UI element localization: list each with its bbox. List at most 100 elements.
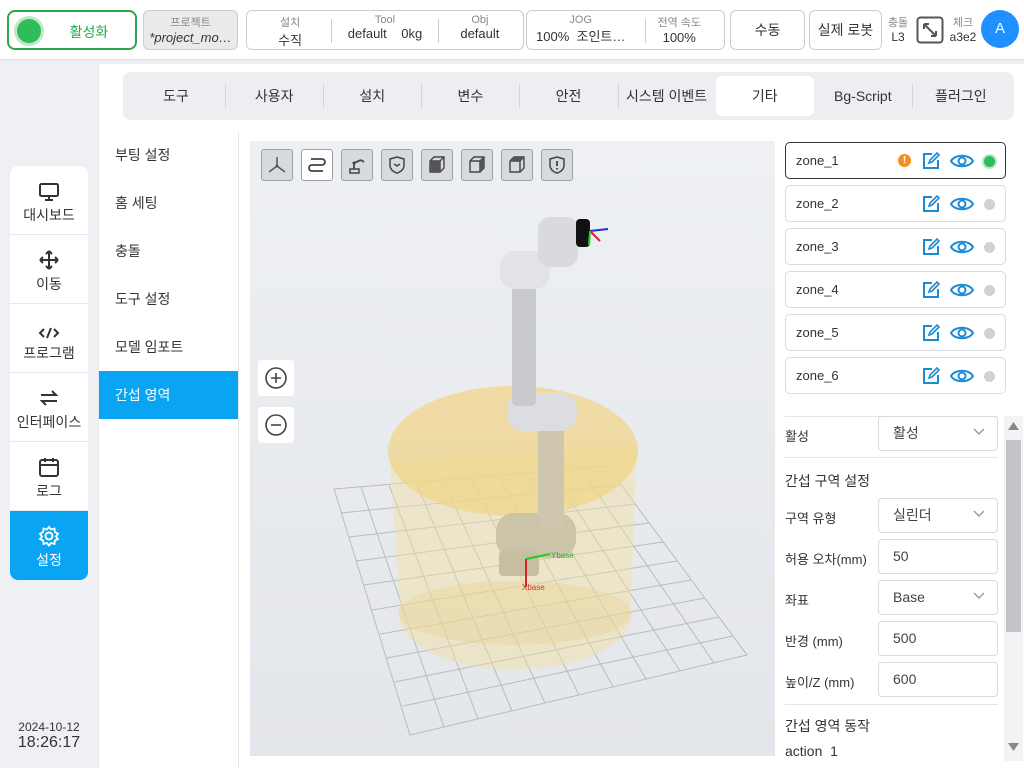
tab-safety[interactable]: 안전: [519, 76, 617, 116]
edit-icon[interactable]: [921, 323, 941, 346]
zone-type-select[interactable]: 실린더: [878, 498, 998, 533]
tab-other[interactable]: 기타: [715, 76, 814, 116]
install-tool-obj-group[interactable]: 설치 수직 Tool default 0kg Obj default: [246, 10, 524, 50]
tab-tool[interactable]: 도구: [127, 76, 225, 116]
coordinate-value: Base: [893, 589, 925, 605]
edit-icon[interactable]: [921, 151, 941, 174]
tab-bg-script[interactable]: Bg-Script: [814, 76, 912, 116]
zone-name: zone_5: [796, 325, 839, 340]
subnav-collision[interactable]: 충돌: [99, 227, 238, 275]
scroll-down-icon[interactable]: [1007, 742, 1020, 752]
sidebar-item-log[interactable]: 로그: [10, 442, 88, 511]
edit-icon[interactable]: [921, 280, 941, 303]
edit-icon[interactable]: [921, 237, 941, 260]
subnav-tool-setting[interactable]: 도구 설정: [99, 275, 238, 323]
zoom-out-icon[interactable]: [258, 407, 294, 443]
subnav-interference-zone[interactable]: 간섭 영역: [99, 371, 238, 419]
obj-header: Obj: [471, 14, 489, 26]
enabled-label: 활성: [785, 429, 809, 444]
sidebar-item-label: 프로그램: [23, 345, 75, 361]
cube-iso-icon[interactable]: [501, 149, 533, 181]
tolerance-input[interactable]: 50: [878, 539, 998, 574]
tool-value: default 0kg: [333, 26, 437, 41]
sidebar-item-label: 로그: [36, 483, 62, 499]
tab-user[interactable]: 사용자: [225, 76, 323, 116]
cube-front-icon[interactable]: [421, 149, 453, 181]
activate-button[interactable]: 활성화: [7, 10, 137, 50]
visibility-eye-icon[interactable]: [949, 152, 975, 173]
zone-item-2[interactable]: zone_2: [785, 185, 1006, 222]
zone-name: zone_6: [796, 368, 839, 383]
top-bar: 활성화 프로젝트 *project_mo… 설치 수직 Tool default…: [0, 0, 1024, 60]
subnav-home-setting[interactable]: 홈 세팅: [99, 179, 238, 227]
tool-axes: [588, 228, 609, 246]
zone-item-6[interactable]: zone_6: [785, 357, 1006, 394]
zoom-in-icon[interactable]: [258, 360, 294, 396]
divider: [785, 457, 998, 458]
collision-level[interactable]: 충돌 L3: [884, 14, 912, 44]
zone-item-5[interactable]: zone_5: [785, 314, 1006, 351]
shield-check-icon[interactable]: [381, 149, 413, 181]
zone-name: zone_2: [796, 196, 839, 211]
jog-speed-group[interactable]: JOG 100% 조인트… 전역 속도 100%: [526, 10, 725, 50]
zone-status-dot: [984, 156, 995, 167]
sidebar-item-move[interactable]: 이동: [10, 235, 88, 304]
manual-mode-button[interactable]: 수동: [730, 10, 805, 50]
zone-item-4[interactable]: zone_4: [785, 271, 1006, 308]
visibility-eye-icon[interactable]: [949, 367, 975, 388]
real-robot-button[interactable]: 실제 로봇: [809, 10, 882, 50]
zone-name: zone_4: [796, 282, 839, 297]
project-box[interactable]: 프로젝트 *project_mo…: [143, 10, 238, 50]
sidebar-item-interface[interactable]: 인터페이스: [10, 373, 88, 442]
scrollbar-thumb[interactable]: [1006, 440, 1021, 632]
subnav-model-import[interactable]: 모델 임포트: [99, 323, 238, 371]
visibility-eye-icon[interactable]: [949, 195, 975, 216]
scroll-up-icon[interactable]: [1007, 421, 1020, 431]
tab-variables[interactable]: 변수: [421, 76, 519, 116]
tab-install[interactable]: 설치: [323, 76, 421, 116]
floor-grid: [333, 465, 748, 736]
axes-view-icon[interactable]: [261, 149, 293, 181]
visibility-eye-icon[interactable]: [949, 238, 975, 259]
zone-status-dot: [984, 285, 995, 296]
robot-icon[interactable]: [341, 149, 373, 181]
activate-label: 활성화: [69, 24, 109, 40]
avatar[interactable]: A: [981, 10, 1019, 48]
zone-name: zone_1: [796, 153, 839, 168]
robot-scene: Xbase Ybase: [333, 217, 748, 736]
zone-type-row: 구역 유형 실린더: [785, 498, 998, 534]
radius-label: 반경 (mm): [785, 634, 843, 649]
tab-system-events[interactable]: 시스템 이벤트: [617, 76, 716, 116]
sidebar-item-settings[interactable]: 설정: [10, 511, 88, 580]
height-input[interactable]: 600: [878, 662, 998, 697]
divider: [645, 19, 646, 43]
collision-header: 충돌: [887, 17, 909, 29]
gear-icon: [38, 525, 60, 547]
radius-input[interactable]: 500: [878, 621, 998, 656]
cube-side-icon[interactable]: [461, 149, 493, 181]
check-value: a3e2: [949, 30, 977, 44]
visibility-eye-icon[interactable]: [949, 281, 975, 302]
calendar-icon: [39, 458, 59, 477]
zone-item-1[interactable]: zone_1 !: [785, 142, 1006, 179]
sidebar-item-dashboard[interactable]: 대시보드: [10, 166, 88, 235]
coordinate-select[interactable]: Base: [878, 580, 998, 615]
project-header: 프로젝트: [170, 17, 211, 29]
zone-item-3[interactable]: zone_3: [785, 228, 1006, 265]
tab-plugins[interactable]: 플러그인: [911, 76, 1010, 116]
subnav-boot-settings[interactable]: 부팅 설정: [99, 131, 238, 179]
jog-mode: 조인트…: [576, 29, 626, 44]
enabled-select[interactable]: 활성: [878, 416, 998, 451]
collision-value: L3: [891, 30, 905, 44]
sidebar-item-program[interactable]: 프로그램: [10, 304, 88, 373]
3d-viewport[interactable]: Xbase Ybase: [250, 141, 775, 756]
visibility-eye-icon[interactable]: [949, 324, 975, 345]
shield-alert-icon[interactable]: [541, 149, 573, 181]
zone-properties: 활성 활성 간섭 구역 설정 구역 유형 실린더 허용 오차(mm) 50 좌표…: [785, 416, 998, 768]
move-arrows-icon: [39, 250, 59, 270]
edit-icon[interactable]: [921, 194, 941, 217]
path-icon[interactable]: [301, 149, 333, 181]
properties-scrollbar[interactable]: [1004, 416, 1023, 761]
fullscreen-icon[interactable]: [916, 16, 944, 44]
edit-icon[interactable]: [921, 366, 941, 389]
